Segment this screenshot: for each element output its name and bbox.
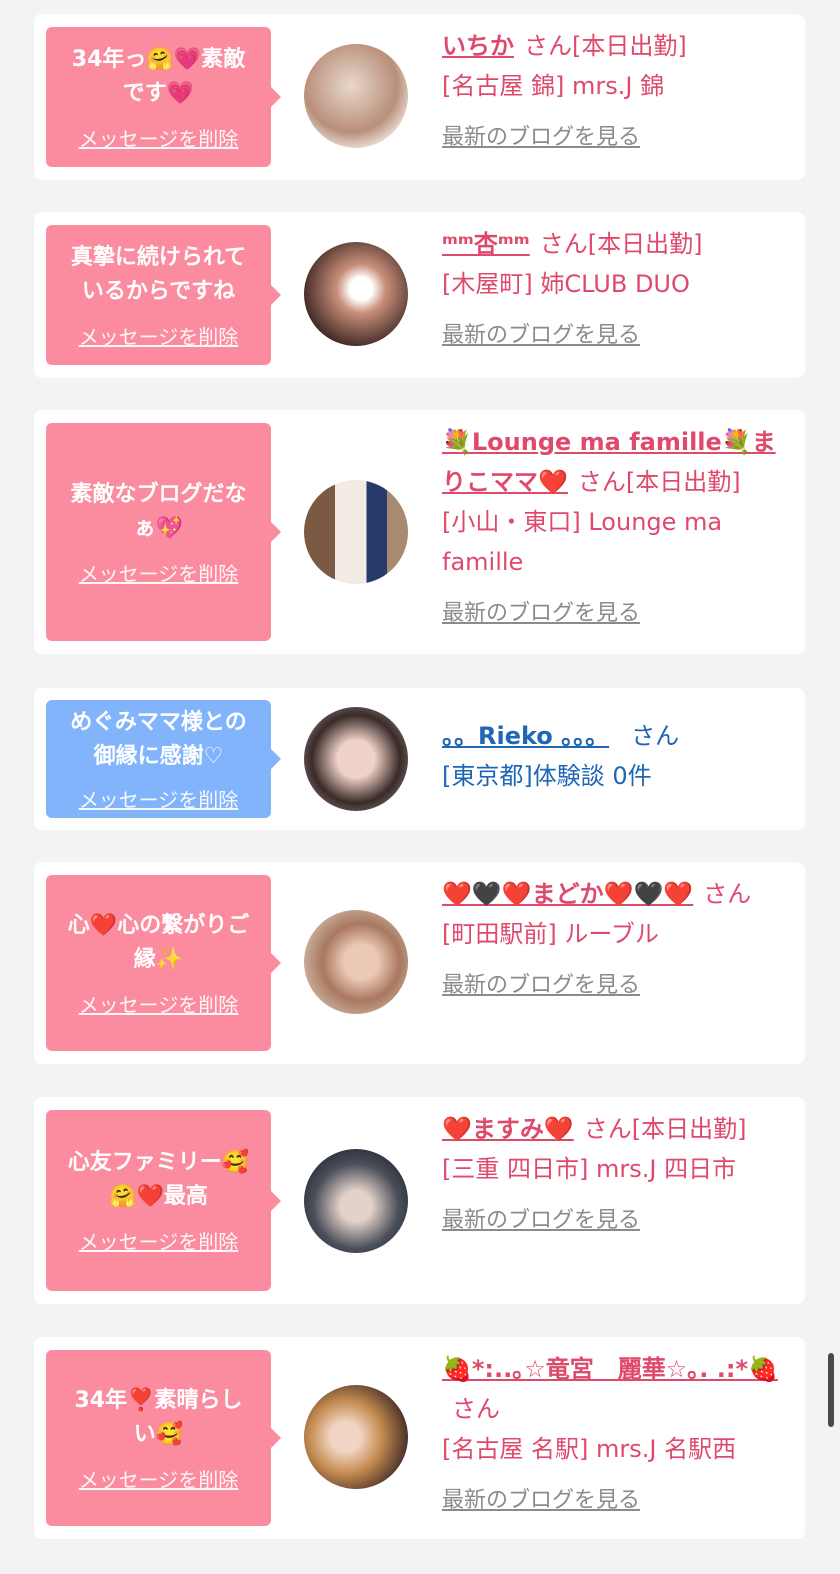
message-bubble: 34年❣️素晴らし い🥰 メッセージを削除 xyxy=(46,1350,281,1526)
profile-info: 💐Lounge ma famille💐まりこママ❤️ さん[本日出勤] [小山・東… xyxy=(442,422,792,634)
profile-info: いちか さん[本日出勤] [名古屋 錦] mrs.J 錦 最新のブログを見る xyxy=(442,26,792,158)
message-card: めぐみママ様との 御縁に感謝♡ メッセージを削除 。。Rieko 。。。 さん [… xyxy=(34,688,805,830)
scrollbar-thumb[interactable] xyxy=(828,1353,834,1427)
name-suffix: さん[本日出勤] xyxy=(539,230,703,258)
profile-info: 🍓*:..｡☆竜宮 麗華☆｡. .:*🍓 さん [名古屋 名駅] mrs.J 名駅… xyxy=(442,1349,792,1521)
shop-info: [小山・東口] Lounge ma famille xyxy=(442,508,723,576)
profile-name-link[interactable]: 。。Rieko 。。。 xyxy=(442,722,609,750)
avatar[interactable] xyxy=(304,1385,408,1489)
profile-name-link[interactable]: 🍓*:..｡☆竜宮 麗華☆｡. .:*🍓 xyxy=(442,1355,778,1383)
delete-message-link[interactable]: メッセージを削除 xyxy=(79,1226,239,1255)
profile-name-link[interactable]: ❤️ますみ❤️ xyxy=(442,1115,574,1143)
avatar[interactable] xyxy=(304,242,408,346)
shop-info: [木屋町] 姉CLUB DUO xyxy=(442,270,690,298)
message-card: 心❤️心の繋がりご 縁✨ メッセージを削除 ❤️🖤❤️まどか❤️🖤❤️ さん [町… xyxy=(34,862,805,1064)
message-bubble: 心友ファミリー🥰 🤗❤️最高 メッセージを削除 xyxy=(46,1110,281,1291)
message-text: 34年っ🤗💗素敵 です💗 xyxy=(71,46,246,106)
message-bubble: めぐみママ様との 御縁に感謝♡ メッセージを削除 xyxy=(46,700,281,818)
message-card: 心友ファミリー🥰 🤗❤️最高 メッセージを削除 ❤️ますみ❤️ さん[本日出勤] … xyxy=(34,1097,805,1304)
latest-blog-link[interactable]: 最新のブログを見る xyxy=(442,966,640,1006)
message-bubble: 心❤️心の繋がりご 縁✨ メッセージを削除 xyxy=(46,875,281,1051)
message-card: 34年っ🤗💗素敵 です💗 メッセージを削除 いちか さん[本日出勤] [名古屋 錦… xyxy=(34,14,805,180)
message-card: 真摯に続けられて いるからですね メッセージを削除 ᵐᵐ杏ᵐᵐ さん[本日出勤] … xyxy=(34,212,805,378)
message-bubble: 素敵なブログだな ぁ💖 メッセージを削除 xyxy=(46,423,281,641)
shop-info: [東京都]体験談 0件 xyxy=(442,762,652,790)
message-card: 34年❣️素晴らし い🥰 メッセージを削除 🍓*:..｡☆竜宮 麗華☆｡. .:… xyxy=(34,1337,805,1539)
avatar[interactable] xyxy=(304,707,408,811)
delete-message-link[interactable]: メッセージを削除 xyxy=(79,1464,239,1493)
delete-message-link[interactable]: メッセージを削除 xyxy=(79,558,239,587)
name-suffix: さん xyxy=(452,1395,500,1423)
message-bubble: 34年っ🤗💗素敵 です💗 メッセージを削除 xyxy=(46,27,281,167)
profile-name-link[interactable]: ᵐᵐ杏ᵐᵐ xyxy=(442,230,530,258)
latest-blog-link[interactable]: 最新のブログを見る xyxy=(442,316,640,356)
name-suffix: さん[本日出勤] xyxy=(524,32,687,60)
message-text: 心友ファミリー🥰 🤗❤️最高 xyxy=(67,1150,250,1209)
latest-blog-link[interactable]: 最新のブログを見る xyxy=(442,1201,640,1241)
delete-message-link[interactable]: メッセージを削除 xyxy=(79,784,239,813)
name-suffix: さん xyxy=(631,722,680,750)
name-suffix: さん[本日出勤] xyxy=(577,468,741,496)
profile-info: ❤️🖤❤️まどか❤️🖤❤️ さん [町田駅前] ルーブル 最新のブログを見る xyxy=(442,874,792,1006)
latest-blog-link[interactable]: 最新のブログを見る xyxy=(442,118,640,158)
delete-message-link[interactable]: メッセージを削除 xyxy=(79,321,239,350)
delete-message-link[interactable]: メッセージを削除 xyxy=(79,123,239,152)
avatar[interactable] xyxy=(304,44,408,148)
message-text: 真摯に続けられて いるからですね xyxy=(70,244,247,304)
profile-info: 。。Rieko 。。。 さん [東京都]体験談 0件 xyxy=(442,716,792,796)
message-text: 心❤️心の繋がりご 縁✨ xyxy=(67,912,250,972)
message-text: 素敵なブログだな ぁ💖 xyxy=(70,481,247,541)
avatar[interactable] xyxy=(304,910,408,1014)
avatar[interactable] xyxy=(304,1149,408,1253)
latest-blog-link[interactable]: 最新のブログを見る xyxy=(442,594,640,634)
message-text: 34年❣️素晴らし い🥰 xyxy=(74,1387,243,1447)
message-bubble: 真摯に続けられて いるからですね メッセージを削除 xyxy=(46,225,281,365)
message-text: めぐみママ様との 御縁に感謝♡ xyxy=(70,709,247,769)
shop-info: [名古屋 名駅] mrs.J 名駅西 xyxy=(442,1435,737,1463)
shop-info: [名古屋 錦] mrs.J 錦 xyxy=(442,72,665,100)
profile-info: ᵐᵐ杏ᵐᵐ さん[本日出勤] [木屋町] 姉CLUB DUO 最新のブログを見る xyxy=(442,224,792,356)
name-suffix: さん[本日出勤] xyxy=(583,1115,747,1143)
message-card: 素敵なブログだな ぁ💖 メッセージを削除 💐Lounge ma famille💐… xyxy=(34,410,805,654)
profile-name-link[interactable]: ❤️🖤❤️まどか❤️🖤❤️ xyxy=(442,880,693,908)
latest-blog-link[interactable]: 最新のブログを見る xyxy=(442,1481,640,1521)
name-suffix: さん xyxy=(703,880,752,908)
shop-info: [三重 四日市] mrs.J 四日市 xyxy=(442,1155,737,1183)
shop-info: [町田駅前] ルーブル xyxy=(442,920,659,948)
profile-info: ❤️ますみ❤️ さん[本日出勤] [三重 四日市] mrs.J 四日市 最新のブロ… xyxy=(442,1109,792,1241)
profile-name-link[interactable]: いちか xyxy=(442,32,514,60)
delete-message-link[interactable]: メッセージを削除 xyxy=(79,989,239,1018)
avatar[interactable] xyxy=(304,480,408,584)
